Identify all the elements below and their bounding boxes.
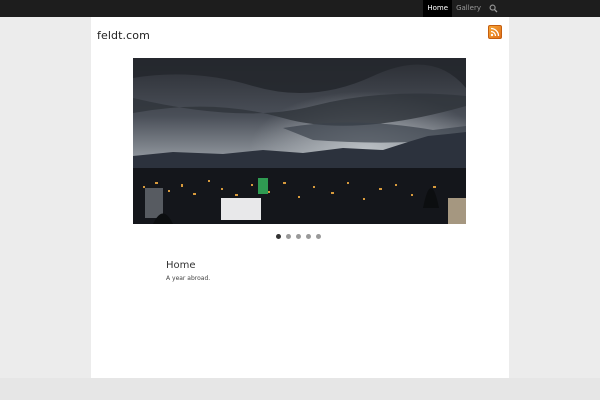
search-icon <box>489 4 498 13</box>
slider-dot-3[interactable] <box>296 234 301 239</box>
content-panel: feldt.com Home A year abroad. <box>91 17 509 378</box>
rss-icon <box>490 27 500 37</box>
footer-bar <box>0 378 600 400</box>
slider-dot-1[interactable] <box>276 234 281 239</box>
nav-item-home[interactable]: Home <box>423 0 453 17</box>
slider-pagination <box>276 234 321 239</box>
site-title[interactable]: feldt.com <box>97 29 150 42</box>
image-slider[interactable] <box>133 58 466 224</box>
slider-dot-5[interactable] <box>316 234 321 239</box>
page-description: A year abroad. <box>166 275 211 282</box>
search-button[interactable] <box>485 0 503 17</box>
rss-feed-button[interactable] <box>488 25 502 39</box>
top-navigation-bar: Home Gallery <box>0 0 600 17</box>
slider-image-night-city <box>133 58 466 224</box>
page-heading: Home <box>166 260 196 271</box>
nav-item-gallery[interactable]: Gallery <box>452 0 485 17</box>
slider-dot-2[interactable] <box>286 234 291 239</box>
main-navigation: Home Gallery <box>423 0 503 17</box>
slider-dot-4[interactable] <box>306 234 311 239</box>
